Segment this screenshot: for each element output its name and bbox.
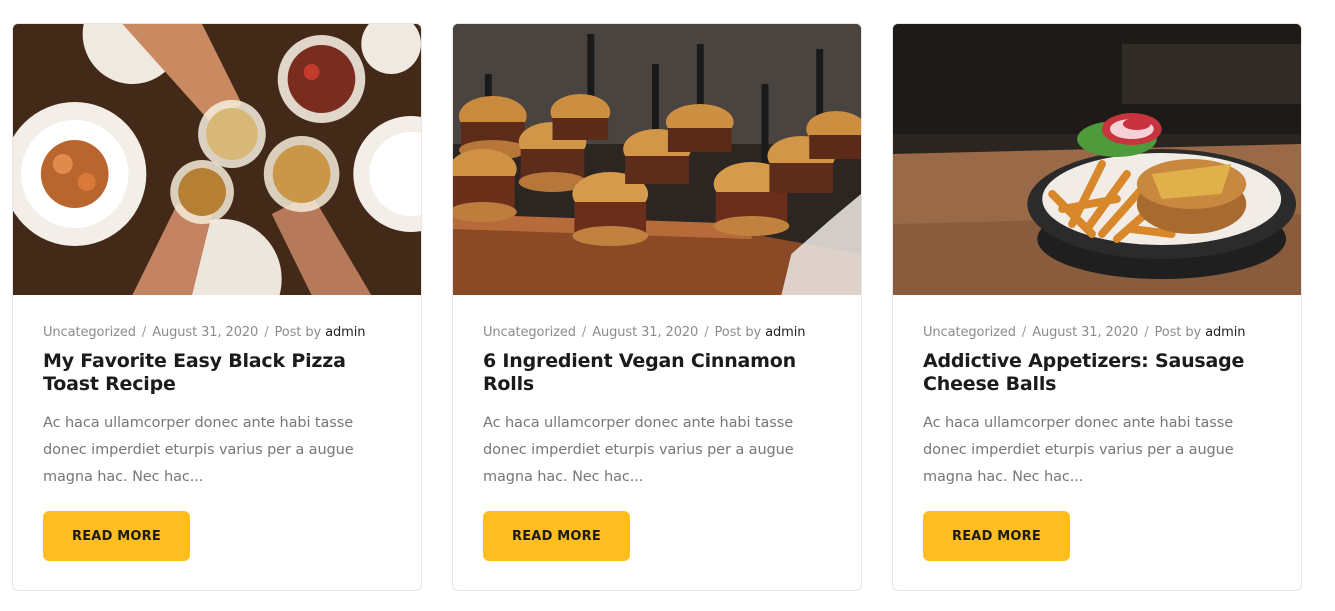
post-title[interactable]: 6 Ingredient Vegan Cinnamon Rolls (483, 350, 831, 396)
post-author-link[interactable]: admin (765, 325, 805, 340)
read-more-button[interactable]: READ MORE (483, 511, 630, 561)
post-date-link[interactable]: August 31, 2020 (1032, 325, 1138, 340)
post-meta: Uncategorized / August 31, 2020/Post by ad… (483, 325, 806, 340)
post-card: Uncategorized / August 31, 2020/Post by ad… (892, 23, 1302, 591)
post-date-link[interactable]: August 31, 2020 (152, 325, 258, 340)
post-excerpt: Ac haca ullamcorper donec ante habi tass… (923, 415, 1234, 485)
post-by-label: Post by (714, 325, 762, 340)
post-thumbnail[interactable] (13, 24, 421, 295)
cheers-drinks-image (13, 24, 421, 295)
post-category-link[interactable]: Uncategorized (923, 325, 1016, 340)
post-meta: Uncategorized / August 31, 2020/Post by ad… (923, 325, 1246, 340)
post-author-link[interactable]: admin (325, 325, 365, 340)
post-title[interactable]: My Favorite Easy Black Pizza Toast Recip… (43, 350, 391, 396)
read-more-button[interactable]: READ MORE (43, 511, 190, 561)
post-excerpt: Ac haca ullamcorper donec ante habi tass… (43, 415, 354, 485)
post-by-label: Post by (1154, 325, 1202, 340)
post-thumbnail[interactable] (893, 24, 1301, 295)
fries-basket-image (893, 24, 1301, 295)
post-card: Uncategorized / August 31, 2020/Post by ad… (12, 23, 422, 591)
post-card: Uncategorized / August 31, 2020/Post by ad… (452, 23, 862, 591)
burger-sliders-image (453, 24, 861, 295)
post-excerpt: Ac haca ullamcorper donec ante habi tass… (483, 415, 794, 485)
post-title[interactable]: Addictive Appetizers: Sausage Cheese Bal… (923, 350, 1271, 396)
post-category-link[interactable]: Uncategorized (483, 325, 576, 340)
read-more-button[interactable]: READ MORE (923, 511, 1070, 561)
post-category-link[interactable]: Uncategorized (43, 325, 136, 340)
post-by-label: Post by (274, 325, 322, 340)
post-author-link[interactable]: admin (1205, 325, 1245, 340)
post-meta: Uncategorized / August 31, 2020/Post by ad… (43, 325, 366, 340)
post-thumbnail[interactable] (453, 24, 861, 295)
post-date-link[interactable]: August 31, 2020 (592, 325, 698, 340)
blog-post-grid: Uncategorized / August 31, 2020/Post by ad… (0, 0, 1335, 611)
